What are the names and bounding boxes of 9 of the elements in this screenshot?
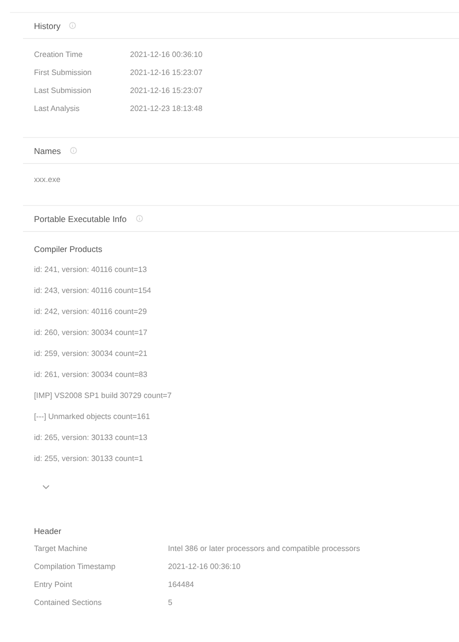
expand-chevron-icon[interactable]	[41, 483, 51, 491]
info-icon[interactable]	[69, 22, 76, 29]
info-icon[interactable]	[136, 215, 143, 222]
subsection-title: Compiler Products	[34, 244, 102, 254]
section-title: Names	[34, 146, 61, 156]
section-title: History	[34, 20, 60, 30]
section-title: Portable Executable Info	[34, 214, 127, 224]
subsection-title: Header	[34, 526, 62, 536]
info-icon[interactable]	[70, 147, 77, 154]
